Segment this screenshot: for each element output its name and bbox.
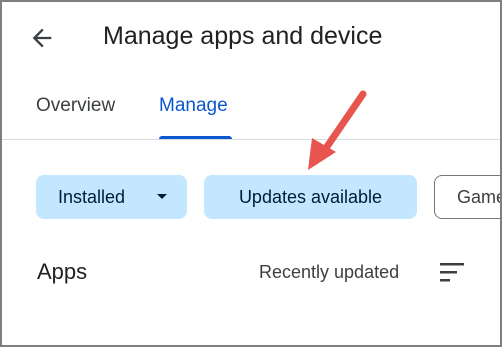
tab-divider xyxy=(2,139,500,140)
dropdown-caret-icon xyxy=(157,194,167,199)
updates-available-label: Updates available xyxy=(238,186,383,207)
tab-bar: Overview Manage xyxy=(2,86,500,140)
back-button[interactable] xyxy=(22,18,62,58)
games-filter-label: Games xyxy=(457,186,500,207)
app-screen: Manage apps and device Overview Manage I… xyxy=(0,0,502,347)
annotation-arrow xyxy=(308,90,367,170)
games-filter-chip[interactable]: Games xyxy=(434,175,500,219)
installed-filter-label: Installed xyxy=(58,186,126,207)
page-title: Manage apps and device xyxy=(103,22,383,50)
installed-filter-chip[interactable]: Installed xyxy=(36,175,187,219)
sort-icon[interactable] xyxy=(439,261,465,283)
tab-overview[interactable]: Overview xyxy=(36,86,115,140)
tab-manage[interactable]: Manage xyxy=(159,86,228,140)
arrow-back-icon xyxy=(32,28,52,48)
updates-available-chip[interactable]: Updates available xyxy=(204,175,417,219)
sort-label[interactable]: Recently updated xyxy=(259,260,399,284)
apps-section-title: Apps xyxy=(37,259,88,284)
